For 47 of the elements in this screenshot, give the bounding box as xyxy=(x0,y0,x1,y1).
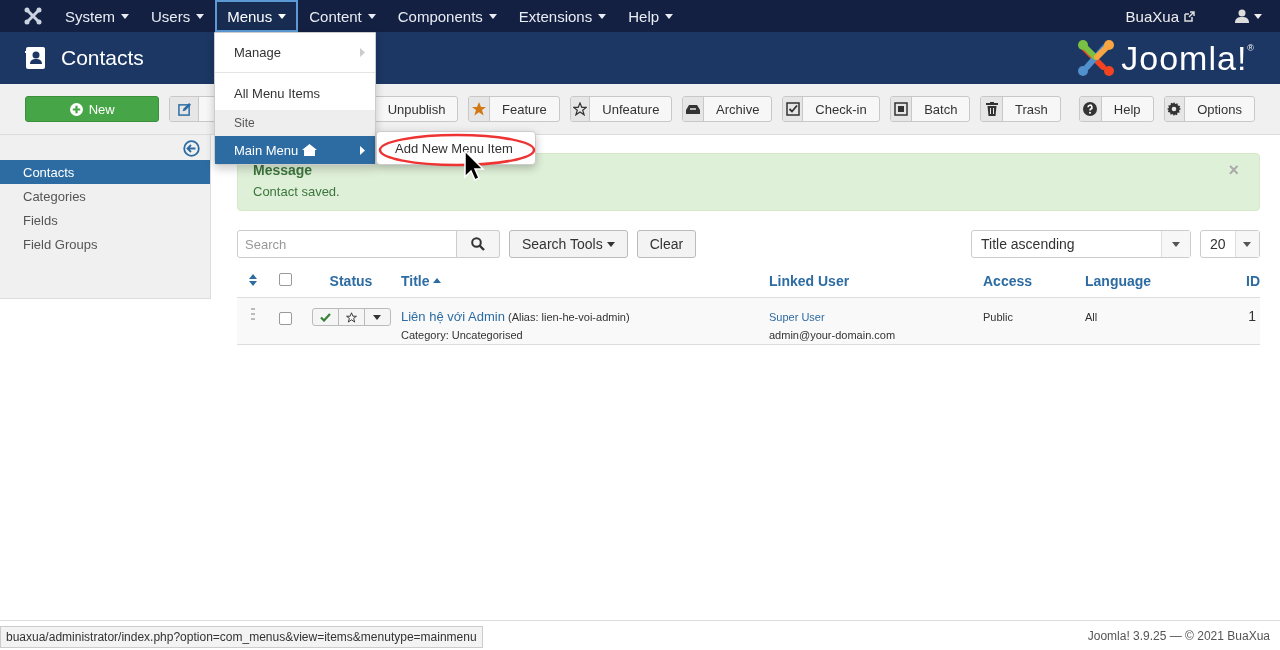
category-text: Category: Uncategorised xyxy=(401,328,524,343)
menu-item[interactable]: Manage xyxy=(215,37,375,67)
sidebar-item[interactable]: Field Groups xyxy=(0,232,210,256)
clear-button[interactable]: Clear xyxy=(636,230,697,258)
id-text: 1 xyxy=(1248,308,1256,324)
toolbar-button[interactable]: Trash xyxy=(980,96,1061,122)
nav-menu[interactable]: Users xyxy=(140,0,216,32)
sidebar-item[interactable]: Contacts xyxy=(0,160,210,184)
column-header[interactable]: ID xyxy=(1246,272,1260,289)
title-link[interactable]: Liên hệ với Admin xyxy=(401,309,505,324)
limit-select[interactable]: 20 xyxy=(1200,230,1260,258)
menu-item[interactable]: Main Menu xyxy=(215,136,375,164)
access-text: Public xyxy=(983,311,1013,323)
menu-section-label: Site xyxy=(215,110,375,136)
site-link[interactable]: BuaXua xyxy=(1115,7,1205,25)
message-text: Contact saved. xyxy=(253,184,340,199)
sidebar-item[interactable]: Categories xyxy=(0,184,210,208)
sidebar-item[interactable]: Fields xyxy=(0,208,210,232)
nav-menu[interactable]: Help xyxy=(617,0,685,32)
page-title: Contacts xyxy=(61,46,144,70)
logo-text: Joomla!® xyxy=(1121,38,1255,78)
column-header[interactable]: Access xyxy=(983,272,1033,289)
footer-text: Joomla! 3.9.25 — © 2021 BuaXua xyxy=(1087,629,1271,645)
ordering-select[interactable]: Title ascending xyxy=(971,230,1191,258)
column-header[interactable]: Status xyxy=(329,272,373,289)
message-heading: Message xyxy=(253,162,313,178)
nav-menu[interactable]: Content xyxy=(298,0,387,32)
toolbar-button[interactable]: Help xyxy=(1078,96,1154,122)
column-header[interactable]: Title xyxy=(401,272,430,289)
nav-menu[interactable]: System xyxy=(54,0,140,32)
search-tools-button[interactable]: Search Tools xyxy=(509,230,628,258)
column-header[interactable]: Language xyxy=(1085,272,1152,289)
status-url: buaxua/administrator/index.php?option=com_menus&view=items&menutype=mainmenu xyxy=(0,626,483,648)
nav-menu[interactable]: Extensions xyxy=(507,0,618,32)
toolbar-button[interactable]: Archive xyxy=(682,96,773,122)
toolbar-button[interactable]: Batch xyxy=(889,96,971,122)
toolbar-button[interactable]: Feature xyxy=(468,96,560,122)
alias-text: (Alias: lien-he-voi-admin) xyxy=(508,311,630,323)
nav-menu[interactable]: Menus xyxy=(215,0,299,32)
language-text: All xyxy=(1085,311,1098,323)
toolbar-button[interactable]: Check-in xyxy=(782,96,880,122)
toolbar-button[interactable]: Options xyxy=(1163,96,1255,122)
column-header[interactable]: Linked User xyxy=(769,272,850,289)
email-text: admin@your-domain.com xyxy=(769,328,897,343)
toolbar-button[interactable]: Unfeature xyxy=(569,96,673,122)
nav-menu[interactable]: Components xyxy=(386,0,508,32)
user-link[interactable]: Super User xyxy=(769,308,825,326)
